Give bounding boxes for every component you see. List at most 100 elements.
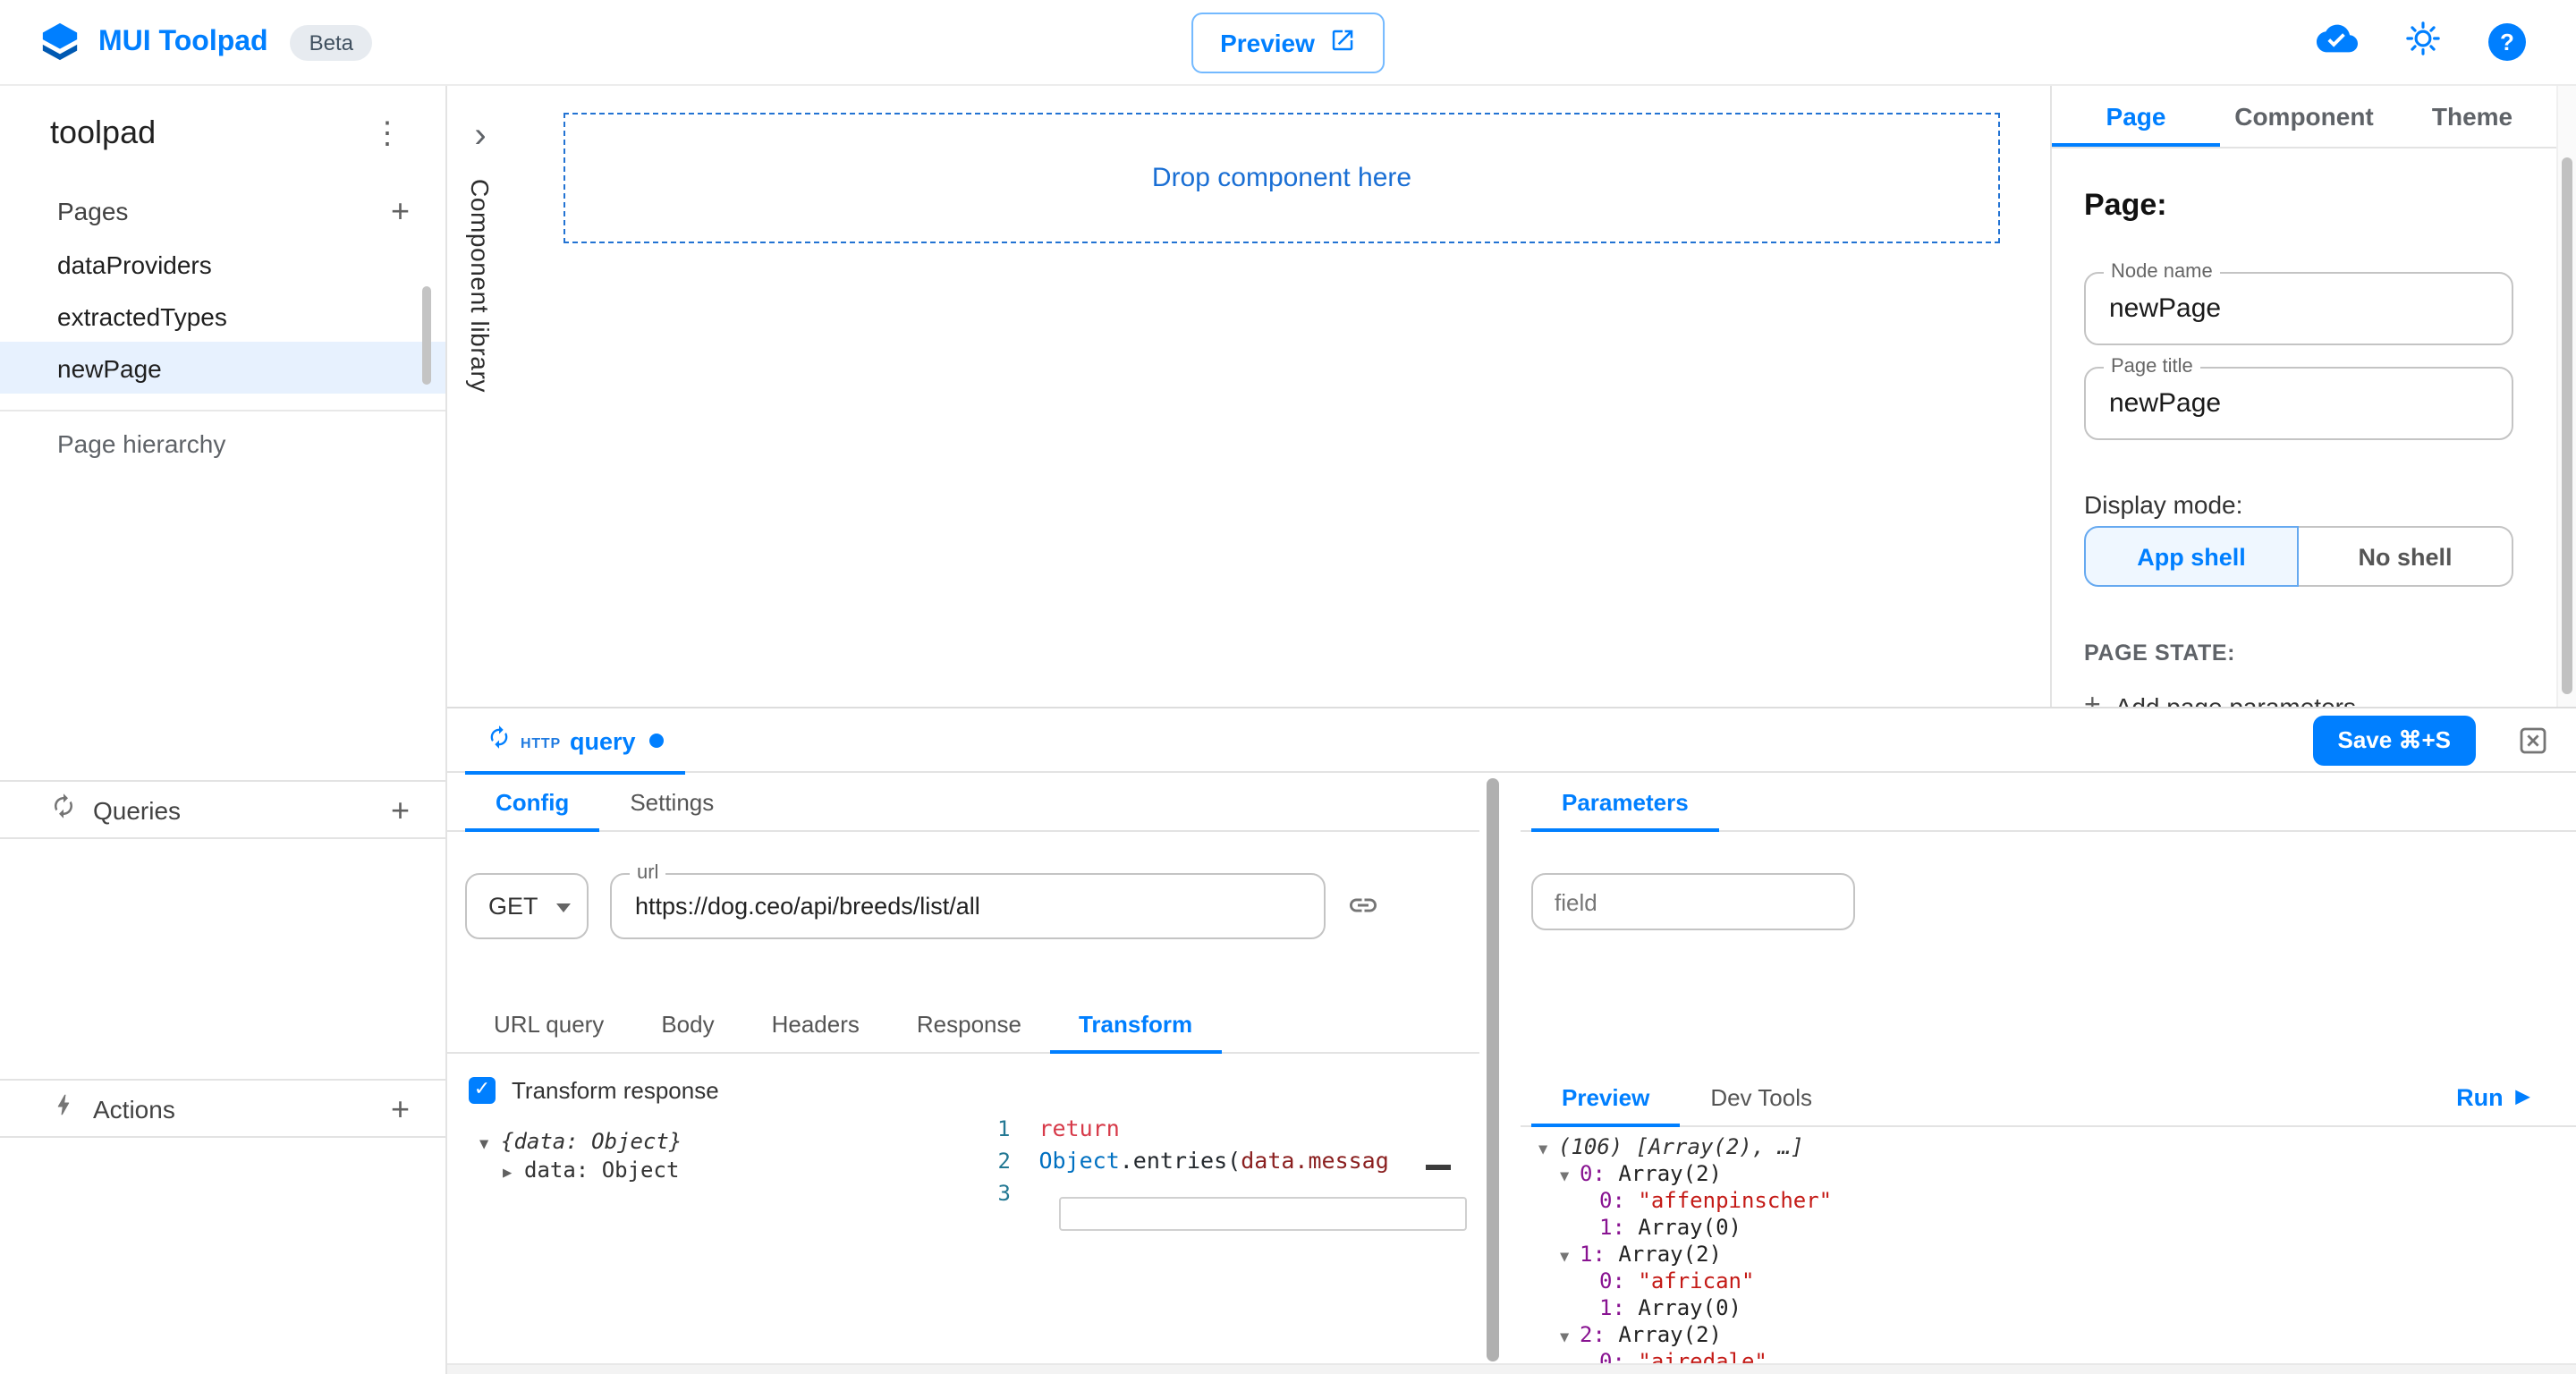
appbar-actions: ? <box>2317 17 2526 67</box>
checkbox-checked-icon[interactable]: ✓ <box>469 1077 496 1104</box>
tab-transform[interactable]: Transform <box>1050 995 1221 1052</box>
parameter-name-input[interactable] <box>1533 875 1853 929</box>
inspector-scrollbar <box>2556 86 2576 707</box>
scope-root-row[interactable]: ▼{data: Object} <box>479 1127 682 1156</box>
json-tree-row[interactable]: ▼2: Array(2) <box>1535 1322 1832 1349</box>
page-item-label: newPage <box>57 353 162 382</box>
code-content: return Object.entries(data.messag <box>1038 1113 1479 1145</box>
tab-page[interactable]: Page <box>2052 86 2220 147</box>
pages-list-scrollbar[interactable] <box>422 286 431 385</box>
transform-response-toggle[interactable]: ✓ Transform response <box>469 1077 719 1104</box>
tab-component[interactable]: Component <box>2220 86 2388 147</box>
link-icon[interactable] <box>1347 889 1379 930</box>
toggle-no-shell[interactable]: No shell <box>2299 526 2513 587</box>
expand-arrow-icon[interactable]: ▼ <box>1560 1165 1580 1192</box>
json-tree-row[interactable]: ▼0: Array(2) <box>1535 1161 1832 1188</box>
inspector-tabs: Page Component Theme <box>2052 86 2556 148</box>
app-title: MUI Toolpad <box>98 26 268 58</box>
project-menu-kebab-icon[interactable]: ⋮ <box>365 114 410 152</box>
tab-settings[interactable]: Settings <box>599 773 744 830</box>
component-library-toggle[interactable]: › Component library <box>447 86 513 707</box>
toggle-app-shell[interactable]: App shell <box>2084 526 2299 587</box>
inspector-scrollbar-thumb[interactable] <box>2562 157 2572 694</box>
save-button[interactable]: Save ⌘+S <box>2313 716 2477 766</box>
help-icon[interactable]: ? <box>2488 23 2526 61</box>
json-tree-row[interactable]: ▼(106) [Array(2), …] <box>1535 1134 1832 1161</box>
tab-devtools[interactable]: Dev Tools <box>1680 1068 1843 1125</box>
light-mode-icon[interactable] <box>2404 19 2442 65</box>
tab-preview[interactable]: Preview <box>1531 1068 1680 1125</box>
json-tree-row[interactable]: ▼1: Array(2) <box>1535 1242 1832 1268</box>
query-name-label: query <box>570 727 636 754</box>
page-hierarchy-link[interactable]: Page hierarchy <box>0 411 445 458</box>
page-canvas: Drop component here <box>513 86 2050 707</box>
close-panel-icon[interactable] <box>2519 726 2547 755</box>
tab-url-query[interactable]: URL query <box>465 995 632 1052</box>
config-section-scrollbar-thumb[interactable] <box>1487 778 1499 1361</box>
json-tree-row[interactable]: 0: "african" <box>1535 1268 1832 1295</box>
cloud-done-icon[interactable] <box>2317 17 2358 67</box>
json-key: 2: <box>1580 1322 1618 1347</box>
add-query-icon[interactable]: + <box>384 793 417 826</box>
expand-arrow-icon[interactable]: ▼ <box>1560 1326 1580 1353</box>
preview-button[interactable]: Preview <box>1191 13 1385 73</box>
chevron-down-icon <box>556 903 571 912</box>
add-action-icon[interactable]: + <box>384 1092 417 1124</box>
query-tab[interactable]: HTTP query <box>465 708 686 773</box>
json-tree-row[interactable]: 0: "affenpinscher" <box>1535 1188 1832 1215</box>
queries-icon <box>50 792 77 827</box>
query-parameters-section: Parameters Preview Dev Tools Run ▶ ▼(106… <box>1521 773 2576 1363</box>
node-name-input[interactable] <box>2109 274 2485 344</box>
expand-arrow-icon[interactable]: ▼ <box>479 1131 501 1159</box>
json-key: 0: <box>1599 1268 1638 1293</box>
actions-label: Actions <box>93 1094 384 1123</box>
json-key: 1: <box>1599 1295 1638 1320</box>
json-key: 0: <box>1580 1161 1618 1186</box>
add-page-icon[interactable]: + <box>384 195 417 227</box>
scope-child-row[interactable]: ▶data: Object <box>479 1156 682 1184</box>
transform-response-label: Transform response <box>512 1077 719 1104</box>
tab-headers[interactable]: Headers <box>743 995 888 1052</box>
tab-parameters[interactable]: Parameters <box>1531 773 1719 830</box>
editor-snippet-placeholder[interactable] <box>1059 1197 1467 1231</box>
tab-theme[interactable]: Theme <box>2388 86 2556 147</box>
play-icon: ▶ <box>2516 1087 2529 1107</box>
scope-tree: ▼{data: Object} ▶data: Object <box>479 1127 682 1184</box>
tab-body[interactable]: Body <box>632 995 742 1052</box>
json-value: Array(0) <box>1638 1295 1741 1320</box>
expand-arrow-icon[interactable]: ▼ <box>1538 1138 1558 1165</box>
tab-response[interactable]: Response <box>888 995 1050 1052</box>
query-config-section: Config Settings GET url URL query Body H… <box>447 773 1479 1363</box>
json-tree-row[interactable]: 1: Array(0) <box>1535 1295 1832 1322</box>
expand-arrow-icon[interactable]: ▼ <box>1560 1245 1580 1272</box>
open-in-new-icon <box>1329 27 1356 59</box>
collapse-arrow-icon[interactable]: ▶ <box>503 1159 524 1188</box>
add-page-parameters-label: Add page parameters <box>2115 692 2356 707</box>
drop-zone[interactable]: Drop component here <box>564 113 2000 243</box>
sidebar-item-extractedtypes[interactable]: extractedTypes <box>0 290 445 342</box>
sidebar-item-dataproviders[interactable]: dataProviders <box>0 238 445 290</box>
sidebar-item-newpage[interactable]: newPage <box>0 342 445 394</box>
tab-config[interactable]: Config <box>465 773 599 830</box>
http-protocol-label: HTTP <box>521 734 561 751</box>
page-item-label: extractedTypes <box>57 301 227 330</box>
page-heading: Page: <box>2084 188 2556 224</box>
scope-root-label: {data: Object} <box>501 1129 682 1154</box>
method-select[interactable]: GET <box>465 873 589 939</box>
json-tree-row[interactable]: 1: Array(0) <box>1535 1215 1832 1242</box>
page-title-input[interactable] <box>2109 369 2485 438</box>
result-tabs: Preview Dev Tools Run ▶ <box>1521 1068 2576 1127</box>
preview-button-label: Preview <box>1220 29 1315 57</box>
request-tabs: URL query Body Headers Response Transfor… <box>447 995 1479 1054</box>
json-key: 1: <box>1599 1215 1638 1240</box>
code-line-1: 1 return Object.entries(data.messag <box>950 1113 1479 1145</box>
transform-code-editor[interactable]: 1 return Object.entries(data.messag 2 3 <box>950 1113 1479 1363</box>
run-button[interactable]: Run ▶ <box>2456 1068 2576 1125</box>
app-window: MUI Toolpad Beta Preview <box>0 0 2576 1374</box>
url-input[interactable] <box>635 875 1306 937</box>
preview-json-tree: ▼(106) [Array(2), …] ▼0: Array(2) 0: "af… <box>1535 1134 1832 1363</box>
add-page-parameters-button[interactable]: + Add page parameters <box>2084 691 2356 707</box>
horizontal-scrollbar-track[interactable] <box>447 1363 2576 1374</box>
scope-child-label: data: Object <box>524 1158 679 1183</box>
line-number: 3 <box>950 1177 1039 1209</box>
